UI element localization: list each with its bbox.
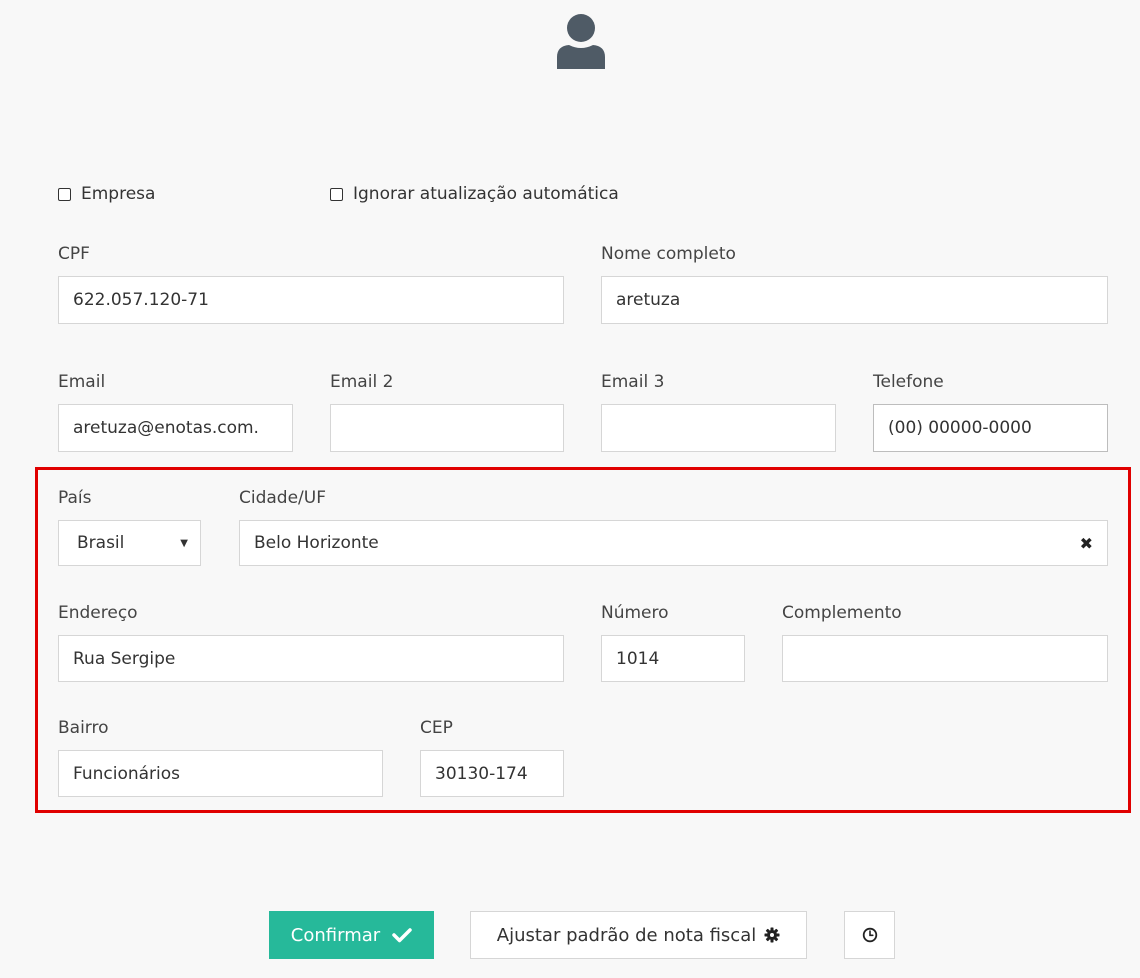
cidade-uf-value: Belo Horizonte: [254, 533, 379, 553]
user-icon: [555, 13, 607, 69]
bairro-input[interactable]: Funcionários: [58, 750, 383, 797]
clear-icon[interactable]: ✖: [1080, 534, 1093, 553]
numero-input[interactable]: 1014: [601, 635, 745, 682]
check-icon: [392, 927, 412, 943]
pais-label: País: [58, 488, 92, 508]
complemento-input[interactable]: [782, 635, 1108, 682]
empresa-checkbox-box[interactable]: [58, 187, 71, 201]
cpf-input[interactable]: 622.057.120-71: [58, 276, 564, 324]
empresa-checkbox-label: Empresa: [81, 184, 156, 204]
cpf-label: CPF: [58, 244, 90, 264]
telefone-input[interactable]: (00) 00000-0000: [873, 404, 1108, 452]
cep-input[interactable]: 30130-174: [420, 750, 564, 797]
email-input[interactable]: aretuza@enotas.com.: [58, 404, 293, 452]
ignorar-atualizacao-checkbox[interactable]: Ignorar atualização automática: [330, 182, 619, 206]
clock-icon: [862, 927, 878, 943]
email3-label: Email 3: [601, 372, 665, 392]
endereco-input[interactable]: Rua Sergipe: [58, 635, 564, 682]
nome-completo-input[interactable]: aretuza: [601, 276, 1108, 324]
cidade-uf-label: Cidade/UF: [239, 488, 327, 508]
email2-label: Email 2: [330, 372, 394, 392]
endereco-label: Endereço: [58, 603, 138, 623]
confirm-button[interactable]: Confirmar: [269, 911, 434, 959]
bairro-label: Bairro: [58, 718, 109, 738]
complemento-label: Complemento: [782, 603, 902, 623]
numero-label: Número: [601, 603, 669, 623]
cidade-uf-select[interactable]: Belo Horizonte ✖: [239, 520, 1108, 566]
ignorar-atualizacao-checkbox-label: Ignorar atualização automática: [353, 184, 619, 204]
nome-completo-label: Nome completo: [601, 244, 736, 264]
email3-input[interactable]: [601, 404, 836, 452]
pais-select[interactable]: Brasil ▼: [58, 520, 201, 566]
caret-down-icon: ▼: [180, 537, 188, 549]
pais-select-value: Brasil: [77, 533, 125, 553]
empresa-checkbox[interactable]: Empresa: [58, 182, 155, 206]
gear-icon: [764, 927, 780, 943]
confirm-button-label: Confirmar: [290, 924, 381, 946]
adjust-invoice-default-button[interactable]: Ajustar padrão de nota fiscal: [470, 911, 807, 959]
telefone-label: Telefone: [873, 372, 944, 392]
ignorar-atualizacao-checkbox-box[interactable]: [330, 187, 343, 201]
email-label: Email: [58, 372, 106, 392]
adjust-invoice-default-label: Ajustar padrão de nota fiscal: [496, 924, 757, 946]
email2-input[interactable]: [330, 404, 564, 452]
cep-label: CEP: [420, 718, 453, 738]
history-button[interactable]: [844, 911, 895, 959]
